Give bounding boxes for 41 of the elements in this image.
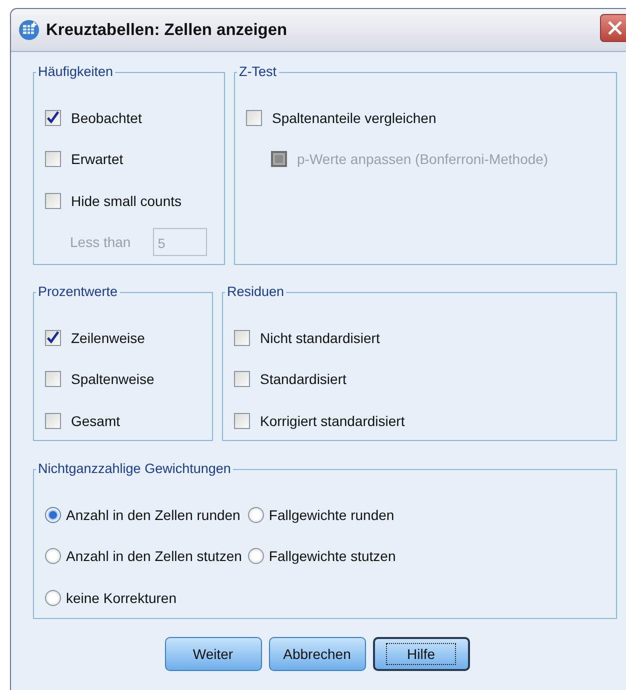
dialog-button[interactable]: Abbrechen — [268, 637, 366, 671]
radio-button[interactable] — [248, 548, 264, 564]
radio-label: Fallgewichte stutzen — [268, 548, 396, 564]
checkbox-label: Zeilenweise — [71, 330, 145, 346]
window-title: Kreuztabellen: Zellen anzeigen — [46, 20, 288, 40]
radio-label: keine Korrekturen — [66, 590, 177, 606]
close-button[interactable] — [600, 14, 626, 42]
dialog-button[interactable]: Weiter — [164, 637, 262, 671]
checkbox-label: Spaltenanteile vergleichen — [272, 110, 436, 126]
radio-label: Anzahl in den Zellen stutzen — [66, 548, 242, 564]
close-icon — [606, 19, 624, 37]
checkbox-label: p-Werte anpassen (Bonferroni-Methode) — [297, 151, 548, 168]
checkbox[interactable] — [45, 110, 61, 126]
table-icon — [18, 19, 40, 41]
radio-button[interactable] — [45, 548, 61, 564]
group-title: Häufigkeiten — [36, 64, 116, 80]
checkbox-label: Korrigiert standardisiert — [260, 412, 405, 429]
checkbox-label: Standardisiert — [260, 371, 346, 388]
checkbox[interactable] — [234, 371, 250, 388]
checkbox[interactable] — [45, 330, 61, 346]
dialog-button[interactable]: Hilfe — [372, 637, 470, 671]
radio-button[interactable] — [248, 506, 264, 523]
checkbox[interactable] — [45, 412, 61, 429]
field-label: Less than — [70, 234, 131, 250]
checkbox-label: Gesamt — [71, 412, 120, 429]
checkbox[interactable] — [45, 151, 61, 168]
radio-label: Fallgewichte runden — [268, 506, 394, 523]
radio-button[interactable] — [45, 506, 61, 523]
checkbox-label: Hide small counts — [71, 192, 182, 209]
checkbox[interactable] — [45, 192, 61, 209]
radio-label: Anzahl in den Zellen runden — [66, 506, 240, 523]
group-title: Nichtganzzahlige Gewichtungen — [36, 461, 233, 477]
checkbox-label: Spaltenweise — [71, 371, 154, 388]
radio-button[interactable] — [45, 590, 61, 606]
checkbox-label: Erwartet — [71, 151, 124, 168]
checkbox[interactable] — [45, 371, 61, 388]
checkbox-label: Nicht standardisiert — [260, 330, 380, 346]
checkbox[interactable] — [246, 110, 262, 126]
checkbox-label: Beobachtet — [71, 110, 142, 126]
checkbox[interactable] — [234, 330, 250, 346]
checkbox[interactable] — [234, 412, 250, 429]
